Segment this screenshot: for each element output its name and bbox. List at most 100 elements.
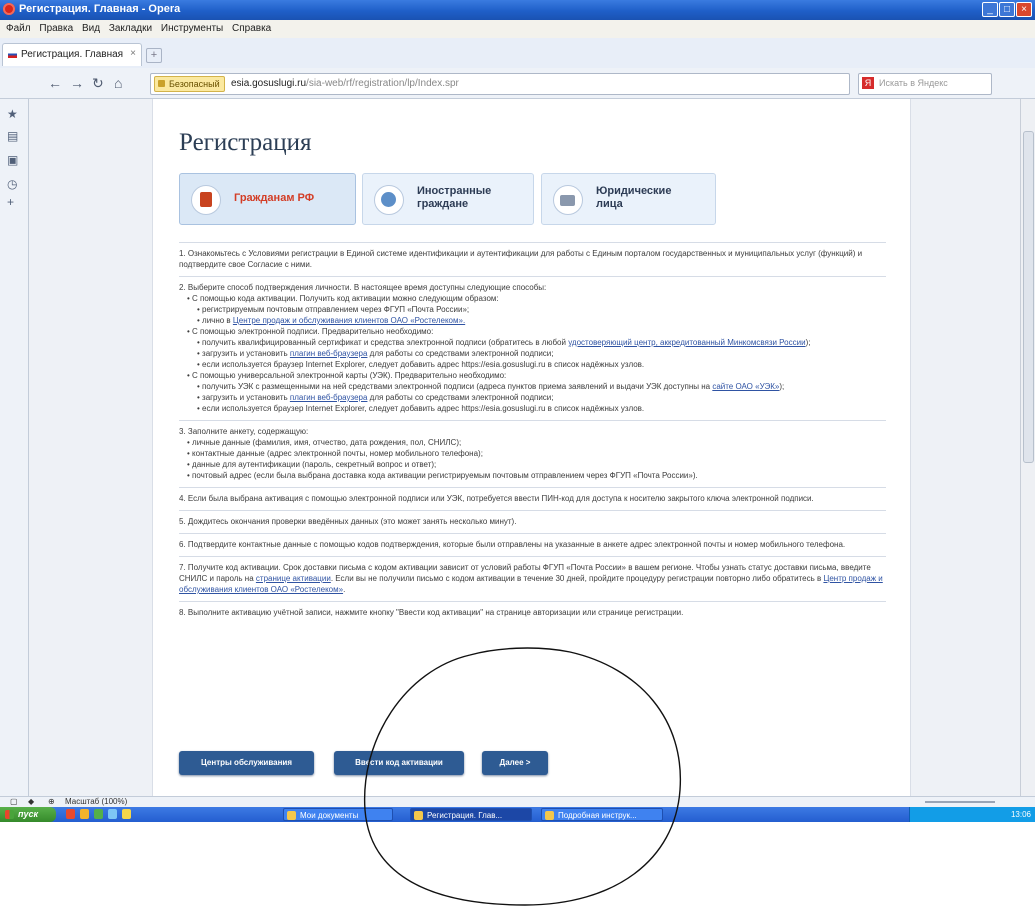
step-2-option-b-2: • загрузить и установить плагин веб-брау… bbox=[179, 348, 886, 359]
step-8: 8. Выполните активацию учётной записи, н… bbox=[179, 601, 886, 624]
window-title: Регистрация. Главная - Opera bbox=[19, 3, 181, 15]
uek-site-link[interactable]: сайте ОАО «УЭК» bbox=[712, 382, 779, 391]
step-2-option-b: • С помощью электронной подписи. Предвар… bbox=[187, 327, 434, 336]
activation-page-link[interactable]: странице активации bbox=[256, 574, 331, 583]
side-panel: ★ ▤ ▣ ◷ + bbox=[0, 99, 29, 796]
tab-legal-entities[interactable]: Юридические лица bbox=[541, 173, 716, 225]
step-2-option-b-1: • получить квалифицированный сертификат … bbox=[179, 337, 886, 348]
next-button[interactable]: Далее > bbox=[482, 751, 548, 775]
rostelecom-center-link[interactable]: Центре продаж и обслуживания клиентов ОА… bbox=[233, 316, 465, 325]
step-2b2-text: • загрузить и установить bbox=[197, 349, 290, 358]
quicklaunch-explorer-icon[interactable] bbox=[122, 809, 131, 819]
quicklaunch-folder-icon[interactable] bbox=[80, 809, 89, 819]
step-2-option-a-2: • лично в Центре продаж и обслуживания к… bbox=[179, 315, 886, 326]
step-3-item-2: • контактные данные (адрес электронной п… bbox=[187, 449, 483, 458]
step-2-text: 2. Выберите способ подтверждения личност… bbox=[179, 283, 547, 292]
step-2b2-end: для работы со средствами электронной под… bbox=[367, 349, 554, 358]
title-bar: Регистрация. Главная - Opera _ □ × bbox=[0, 0, 1035, 20]
web-page: Регистрация Гражданам РФ Иностранные гра… bbox=[29, 99, 1020, 796]
search-input[interactable]: Я Искать в Яндекс bbox=[858, 73, 992, 95]
history-icon[interactable]: ◷ bbox=[7, 177, 17, 191]
browser-plugin-link[interactable]: плагин веб-браузера bbox=[290, 349, 368, 358]
tab-citizens[interactable]: Гражданам РФ bbox=[179, 173, 356, 225]
reload-icon[interactable]: ↻ bbox=[92, 75, 104, 92]
page-title: Регистрация bbox=[179, 129, 312, 156]
taskbar-item-opera[interactable]: Регистрация. Глав... bbox=[410, 808, 532, 821]
step-2c1-text: • получить УЭК с размещенными на ней сре… bbox=[197, 382, 713, 391]
passport-icon bbox=[191, 185, 221, 215]
step-7: 7. Получите код активации. Срок доставки… bbox=[179, 556, 886, 601]
certification-center-link[interactable]: удостоверяющий центр, аккредитованный Ми… bbox=[568, 338, 805, 347]
turbo-icon[interactable]: ◆ bbox=[28, 797, 34, 806]
opera-logo-icon bbox=[3, 3, 15, 15]
close-button[interactable]: × bbox=[1016, 2, 1032, 17]
start-button[interactable]: пуск bbox=[0, 807, 56, 822]
tab-close-icon[interactable]: × bbox=[130, 48, 136, 59]
menu-tools[interactable]: Инструменты bbox=[161, 23, 223, 34]
menu-view[interactable]: Вид bbox=[82, 23, 100, 34]
step-3-text: 3. Заполните анкету, содержащую: bbox=[179, 427, 309, 436]
step-2-option-a: • С помощью кода активации. Получить код… bbox=[187, 294, 499, 303]
menu-help[interactable]: Справка bbox=[232, 23, 271, 34]
enter-activation-code-button[interactable]: Ввести код активации bbox=[334, 751, 464, 775]
back-icon[interactable]: ← bbox=[48, 75, 62, 91]
url-text: esia.gosuslugi.ru/sia-web/rf/registratio… bbox=[231, 78, 459, 89]
notes-icon[interactable]: ▤ bbox=[7, 129, 18, 143]
step-3: 3. Заполните анкету, содержащую: • личны… bbox=[179, 420, 886, 487]
step-2b1-text: • получить квалифицированный сертификат … bbox=[197, 338, 569, 347]
service-centers-button[interactable]: Центры обслуживания bbox=[179, 751, 314, 775]
step-7-mid: . Если вы не получили письмо с кодом акт… bbox=[330, 574, 824, 583]
zoom-icon[interactable]: ⊕ bbox=[48, 797, 55, 806]
step-3-item-3: • данные для аутентификации (пароль, сек… bbox=[187, 460, 437, 469]
status-bar: ▢ ◆ ⊕ Масштаб (100%) bbox=[0, 796, 1035, 807]
vertical-scrollbar[interactable] bbox=[1020, 99, 1035, 796]
home-icon[interactable]: ⌂ bbox=[114, 75, 122, 91]
step-2-option-b-3: • если используется браузер Internet Exp… bbox=[197, 360, 645, 369]
menu-edit[interactable]: Правка bbox=[39, 23, 73, 34]
step-2-option-c-1: • получить УЭК с размещенными на ней сре… bbox=[179, 381, 886, 392]
forward-icon[interactable]: → bbox=[70, 75, 84, 91]
panel-toggle-icon[interactable]: ▢ bbox=[10, 797, 18, 806]
taskbar-item-documents[interactable]: Мои документы bbox=[283, 808, 393, 821]
tab-label: Регистрация. Главная bbox=[21, 49, 124, 60]
screenshot: Регистрация. Главная - Opera _ □ × Файл … bbox=[0, 0, 1035, 822]
step-2c2-text: • загрузить и установить bbox=[197, 393, 290, 402]
menu-file[interactable]: Файл bbox=[6, 23, 31, 34]
step-4: 4. Если была выбрана активация с помощью… bbox=[179, 487, 886, 510]
menu-bookmarks[interactable]: Закладки bbox=[109, 23, 152, 34]
tab-legal-label: Юридические лица bbox=[596, 185, 672, 210]
zoom-level[interactable]: Масштаб (100%) bbox=[65, 797, 127, 806]
step-2c2-end: для работы со средствами электронной под… bbox=[367, 393, 554, 402]
yandex-icon: Я bbox=[862, 77, 874, 89]
maximize-button[interactable]: □ bbox=[999, 2, 1015, 17]
browser-tab[interactable]: Регистрация. Главная × bbox=[2, 43, 142, 66]
search-placeholder: Искать в Яндекс bbox=[879, 78, 948, 88]
step-2-option-c-3: • если используется браузер Internet Exp… bbox=[197, 404, 645, 413]
url-domain: esia.gosuslugi.ru bbox=[231, 78, 307, 89]
minimize-button[interactable]: _ bbox=[982, 2, 998, 17]
quicklaunch-app-icon[interactable] bbox=[94, 809, 103, 819]
step-3-item-4: • почтовый адрес (если была выбрана дост… bbox=[187, 471, 698, 480]
security-badge[interactable]: Безопасный bbox=[154, 76, 225, 92]
step-2a2-text: • лично в bbox=[197, 316, 233, 325]
tab-strip: Регистрация. Главная × + bbox=[0, 38, 1035, 69]
step-7-end: . bbox=[343, 585, 346, 594]
quicklaunch-opera-icon[interactable] bbox=[66, 809, 75, 819]
step-5: 5. Дождитесь окончания проверки введённы… bbox=[179, 510, 886, 533]
clock: 13:06 bbox=[1010, 810, 1031, 819]
step-1: 1. Ознакомьтесь с Условиями регистрации … bbox=[179, 242, 886, 276]
zoom-slider[interactable] bbox=[925, 801, 995, 803]
taskbar-item-word[interactable]: Подробная инструк... bbox=[541, 808, 663, 821]
navigation-bar: ← → ↻ ⌂ Безопасный esia.gosuslugi.ru/sia… bbox=[0, 68, 1035, 99]
tab-foreigners[interactable]: Иностранные граждане bbox=[362, 173, 534, 225]
browser-plugin-link-2[interactable]: плагин веб-браузера bbox=[290, 393, 368, 402]
scrollbar-thumb[interactable] bbox=[1023, 131, 1034, 463]
address-bar[interactable]: Безопасный esia.gosuslugi.ru/sia-web/rf/… bbox=[150, 73, 931, 95]
window-panel-icon[interactable]: ▣ bbox=[7, 153, 18, 167]
tab-citizens-label: Гражданам РФ bbox=[234, 192, 315, 204]
step-2-option-a-1: • регистрируемым почтовым отправлением ч… bbox=[197, 305, 470, 314]
bookmarks-star-icon[interactable]: ★ bbox=[7, 107, 18, 121]
new-tab-button[interactable]: + bbox=[146, 48, 162, 63]
quicklaunch-ie-icon[interactable] bbox=[108, 809, 117, 819]
add-panel-icon[interactable]: + bbox=[7, 195, 14, 209]
